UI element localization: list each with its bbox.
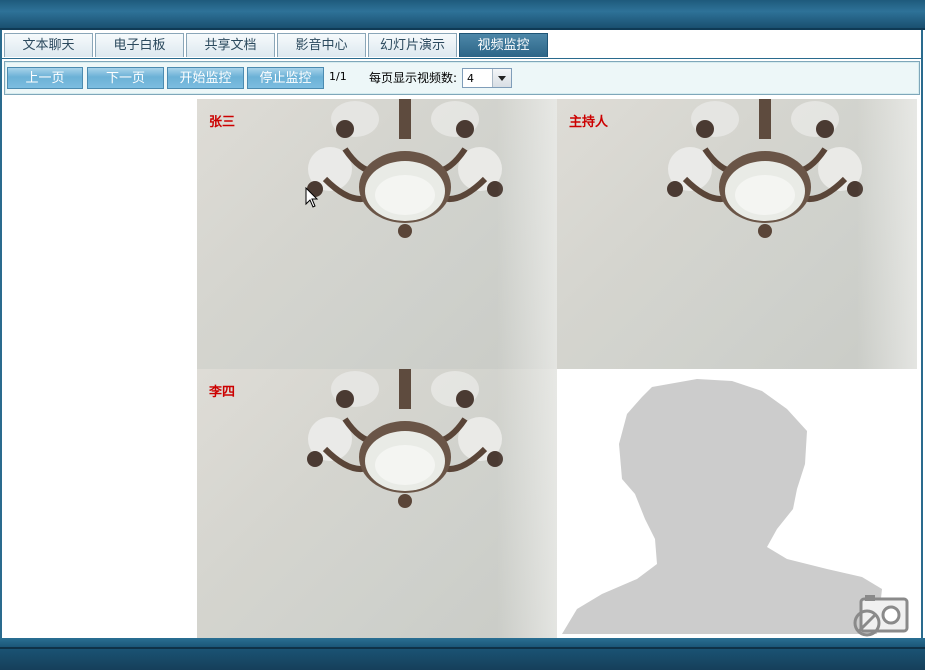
per-page-value: 4 xyxy=(467,72,474,85)
video-user-name: 主持人 xyxy=(569,115,609,130)
video-tile-3[interactable]: 李四 xyxy=(197,369,557,639)
start-monitor-button[interactable]: 开始监控 xyxy=(167,67,244,89)
video-toolbar: 上一页 下一页 开始监控 停止监控 1/1 每页显示视频数: 4 xyxy=(4,61,920,95)
video-tile-4-placeholder[interactable] xyxy=(557,369,917,639)
per-page-label: 每页显示视频数: xyxy=(369,71,458,85)
mouse-cursor-icon xyxy=(305,187,319,208)
video-user-name: 李四 xyxy=(209,385,236,400)
page-indicator: 1/1 xyxy=(329,70,347,83)
per-page-select[interactable]: 4 xyxy=(462,68,512,88)
camera-off-icon xyxy=(853,595,909,637)
tab-bar: 文本聊天 电子白板 共享文档 影音中心 幻灯片演示 视频监控 xyxy=(4,33,548,59)
lamp-image xyxy=(667,99,863,238)
video-tile-1[interactable]: 张三 xyxy=(197,99,557,369)
tab-slideshow[interactable]: 幻灯片演示 xyxy=(368,33,457,57)
tab-whiteboard[interactable]: 电子白板 xyxy=(95,33,184,57)
tab-text-chat[interactable]: 文本聊天 xyxy=(4,33,93,57)
bottom-status-bar xyxy=(0,638,925,670)
lamp-image xyxy=(307,369,503,508)
prev-page-button[interactable]: 上一页 xyxy=(7,67,83,89)
tab-media-center[interactable]: 影音中心 xyxy=(277,33,366,57)
video-user-name: 张三 xyxy=(209,115,236,130)
video-tile-2[interactable]: 主持人 xyxy=(557,99,917,369)
tab-shared-docs[interactable]: 共享文档 xyxy=(186,33,275,57)
top-header-bar xyxy=(0,0,925,30)
tab-video-monitor[interactable]: 视频监控 xyxy=(459,33,548,57)
tab-underline xyxy=(2,58,921,59)
lamp-image xyxy=(307,99,503,238)
next-page-button[interactable]: 下一页 xyxy=(87,67,164,89)
dropdown-arrow-icon[interactable] xyxy=(492,69,511,87)
stop-monitor-button[interactable]: 停止监控 xyxy=(247,67,324,89)
